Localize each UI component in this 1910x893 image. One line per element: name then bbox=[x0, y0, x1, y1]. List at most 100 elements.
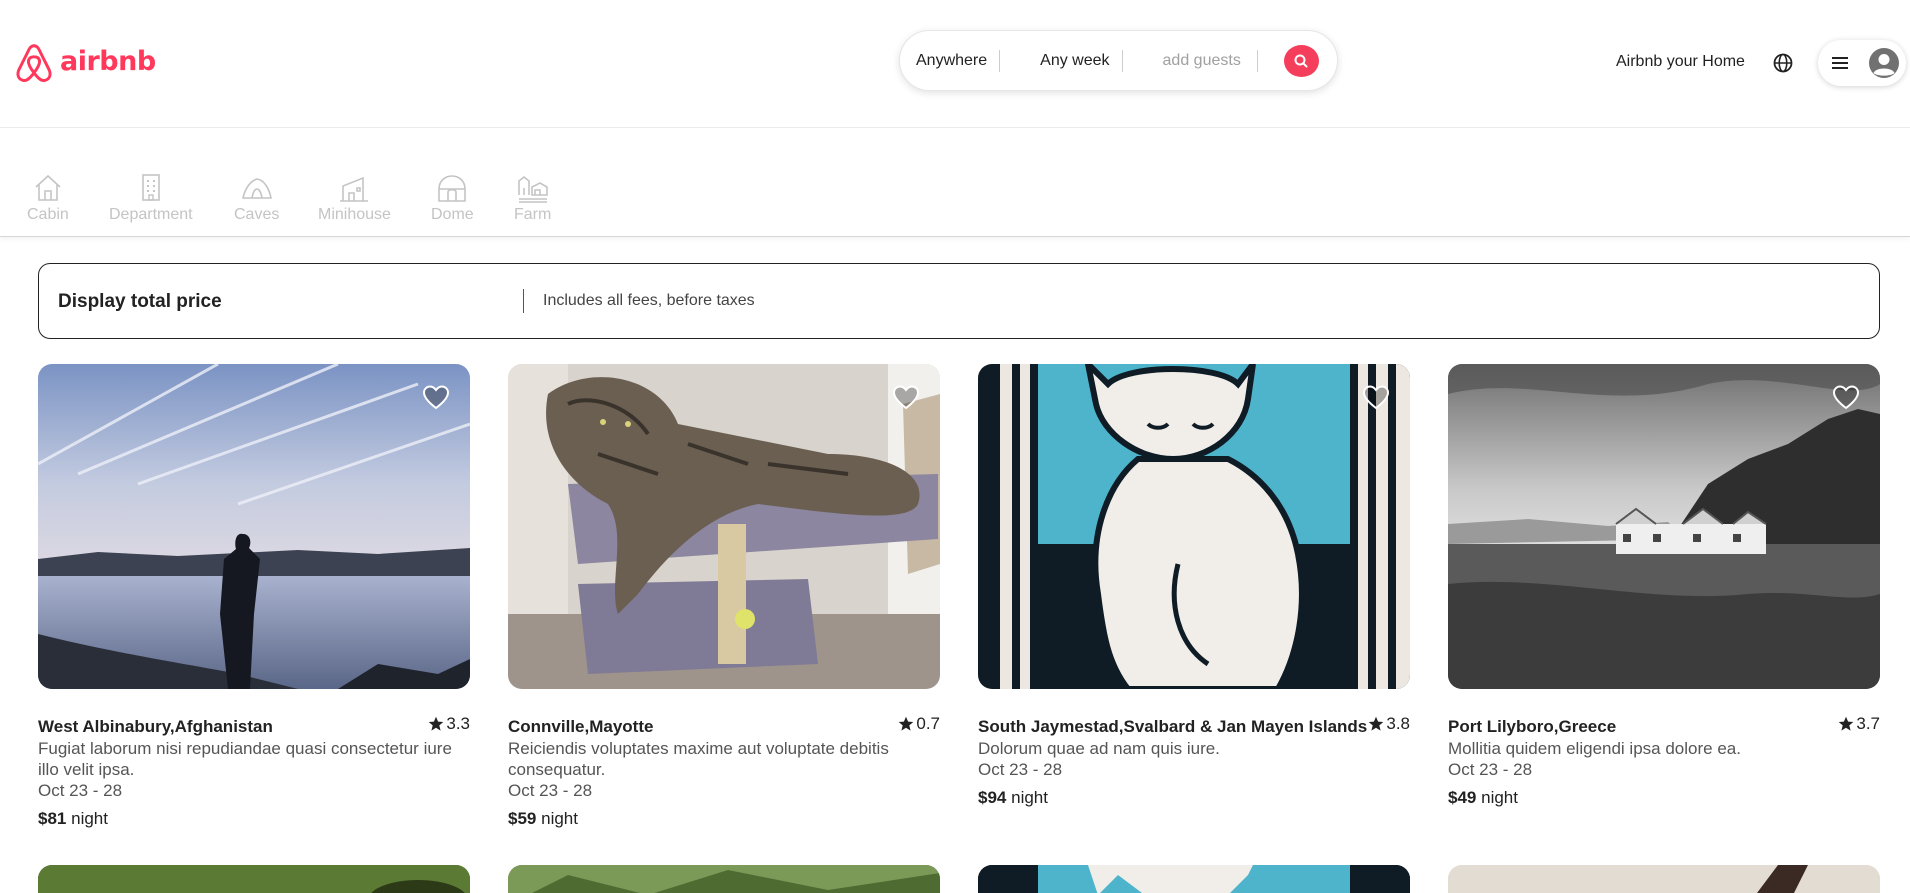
listing-card[interactable]: West Albinabury,Afghanistan 3.3 Fugiat l… bbox=[38, 364, 470, 829]
brand-name: airbnb bbox=[60, 45, 156, 77]
rating-value: 3.8 bbox=[1386, 714, 1410, 733]
farm-icon bbox=[517, 175, 548, 203]
listing-photo[interactable] bbox=[508, 364, 940, 689]
listing-dates: Oct 23 - 28 bbox=[978, 760, 1063, 779]
category-label: Cabin bbox=[27, 206, 69, 223]
listing-title: Port Lilyboro,Greece bbox=[1448, 717, 1617, 736]
category-dome[interactable]: Dome bbox=[431, 171, 474, 224]
listing-photo[interactable] bbox=[38, 364, 470, 689]
cave-icon bbox=[241, 178, 272, 199]
category-label: Caves bbox=[234, 206, 280, 223]
listing-card[interactable]: Connville,Mayotte 0.7 Reiciendis volupta… bbox=[508, 364, 940, 829]
listing-rating: 3.3 bbox=[428, 714, 470, 734]
listing-description: Reiciendis voluptates maxime aut volupta… bbox=[508, 739, 889, 779]
listing-price: $49 night bbox=[1448, 788, 1880, 808]
minihouse-icon bbox=[340, 176, 369, 202]
price-amount: $94 bbox=[978, 788, 1007, 807]
top-header: airbnb Anywhere Any week add guests Airb… bbox=[0, 0, 1910, 128]
globe-icon[interactable] bbox=[1772, 52, 1794, 74]
rating-value: 3.3 bbox=[446, 714, 470, 733]
listing-card[interactable]: Port Lilyboro,Greece 3.7 Mollitia quidem… bbox=[1448, 364, 1880, 808]
favorite-heart-icon[interactable] bbox=[892, 384, 920, 410]
airbnb-logo-icon bbox=[16, 44, 52, 83]
price-unit: night bbox=[71, 809, 108, 828]
category-label: Farm bbox=[514, 206, 552, 223]
listing-card-partial[interactable] bbox=[508, 865, 940, 893]
price-amount: $49 bbox=[1448, 788, 1477, 807]
favorite-heart-icon[interactable] bbox=[422, 384, 450, 410]
listing-title: Connville,Mayotte bbox=[508, 717, 654, 736]
listing-card-partial[interactable] bbox=[978, 865, 1410, 893]
listing-header: South Jaymestad,Svalbard & Jan Mayen Isl… bbox=[978, 714, 1410, 737]
location-filter[interactable]: Anywhere bbox=[916, 52, 987, 70]
building-icon bbox=[141, 174, 160, 201]
category-caves[interactable]: Caves bbox=[234, 171, 279, 224]
hamburger-menu-icon bbox=[1832, 57, 1848, 69]
listing-header: Port Lilyboro,Greece 3.7 bbox=[1448, 714, 1880, 737]
search-icon bbox=[1294, 54, 1308, 67]
search-divider bbox=[1256, 49, 1258, 72]
listing-header: Connville,Mayotte 0.7 bbox=[508, 714, 940, 737]
airbnb-your-home-link[interactable]: Airbnb your Home bbox=[1616, 53, 1745, 71]
listing-price: $94 night bbox=[978, 788, 1410, 808]
airbnb-logo[interactable]: airbnb bbox=[14, 42, 156, 84]
star-icon bbox=[899, 716, 914, 731]
display-total-price-toggle[interactable]: Display total price Includes all fees, b… bbox=[38, 263, 1880, 339]
user-menu-button[interactable] bbox=[1818, 40, 1906, 86]
search-button[interactable] bbox=[1283, 44, 1319, 77]
category-label: Department bbox=[109, 206, 193, 223]
listing-image bbox=[978, 364, 1410, 689]
listing-card-partial[interactable] bbox=[1448, 865, 1880, 893]
price-unit: night bbox=[1011, 788, 1048, 807]
listing-image bbox=[508, 865, 940, 893]
listing-title: South Jaymestad,Svalbard & Jan Mayen Isl… bbox=[978, 717, 1368, 736]
listing-photo[interactable] bbox=[1448, 364, 1880, 689]
rating-value: 3.7 bbox=[1856, 714, 1880, 733]
price-amount: $81 bbox=[38, 809, 67, 828]
favorite-heart-icon[interactable] bbox=[1832, 384, 1860, 410]
listing-card[interactable]: South Jaymestad,Svalbard & Jan Mayen Isl… bbox=[978, 364, 1410, 808]
listing-rating: 0.7 bbox=[898, 714, 940, 734]
guests-filter[interactable]: add guests bbox=[1163, 52, 1241, 70]
user-avatar-icon bbox=[1869, 48, 1899, 78]
dome-icon bbox=[438, 175, 467, 202]
listing-price: $81 night bbox=[38, 809, 470, 829]
category-cabin[interactable]: Cabin bbox=[27, 171, 69, 224]
listing-description: Fugiat laborum nisi repudiandae quasi co… bbox=[38, 739, 452, 779]
listing-rating: 3.7 bbox=[1838, 714, 1880, 734]
total-price-title: Display total price bbox=[58, 291, 222, 312]
listing-photo[interactable] bbox=[978, 364, 1410, 689]
category-minihouse[interactable]: Minihouse bbox=[318, 171, 391, 224]
rating-value: 0.7 bbox=[916, 714, 940, 733]
favorite-heart-icon[interactable] bbox=[1362, 384, 1390, 410]
listing-image bbox=[38, 364, 470, 689]
category-farm[interactable]: Farm bbox=[514, 171, 551, 224]
listing-description: Mollitia quidem eligendi ipsa dolore ea. bbox=[1448, 739, 1741, 758]
listing-image bbox=[1448, 364, 1880, 689]
price-unit: night bbox=[541, 809, 578, 828]
search-bar[interactable]: Anywhere Any week add guests bbox=[899, 30, 1338, 91]
listing-image bbox=[508, 364, 940, 689]
listing-dates: Oct 23 - 28 bbox=[508, 781, 593, 800]
listing-dates: Oct 23 - 28 bbox=[38, 781, 123, 800]
category-department[interactable]: Department bbox=[109, 171, 193, 224]
search-divider bbox=[999, 49, 1001, 72]
listing-price: $59 night bbox=[508, 809, 940, 829]
category-bar: Cabin Department Caves Minihouse Dome Fa… bbox=[0, 129, 1910, 237]
price-divider bbox=[523, 289, 524, 313]
category-label: Dome bbox=[431, 206, 474, 223]
listing-title: West Albinabury,Afghanistan bbox=[38, 717, 273, 736]
listing-description: Dolorum quae ad nam quis iure. bbox=[978, 739, 1220, 758]
listing-header: West Albinabury,Afghanistan 3.3 bbox=[38, 714, 470, 737]
listing-image bbox=[978, 865, 1410, 893]
star-icon bbox=[429, 716, 444, 731]
week-filter[interactable]: Any week bbox=[1040, 52, 1109, 70]
listing-image bbox=[38, 865, 470, 893]
star-icon bbox=[1839, 716, 1854, 731]
price-amount: $59 bbox=[508, 809, 537, 828]
listing-dates: Oct 23 - 28 bbox=[1448, 760, 1533, 779]
cabin-icon bbox=[35, 174, 61, 201]
listing-card-partial[interactable] bbox=[38, 865, 470, 893]
star-icon bbox=[1369, 716, 1384, 731]
total-price-description: Includes all fees, before taxes bbox=[543, 292, 755, 309]
